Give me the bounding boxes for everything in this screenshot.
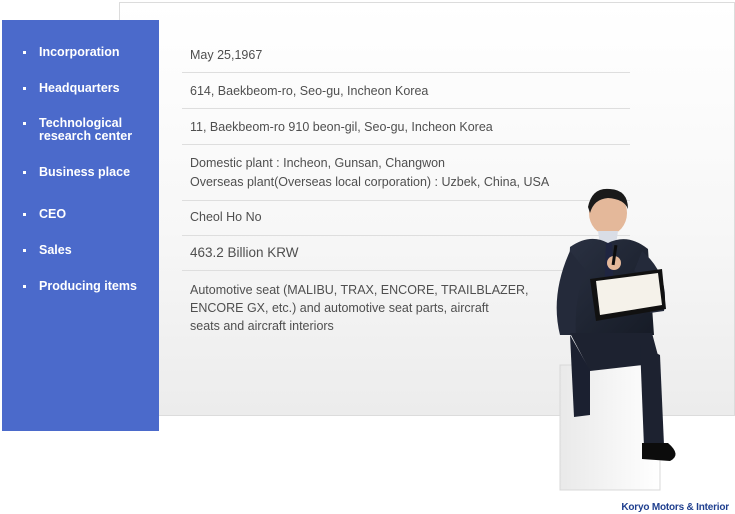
incorporation-value: May 25,1967: [190, 48, 263, 62]
sidebar-item-label: Business place: [39, 165, 131, 179]
divider: [182, 144, 630, 145]
businessman-photo: [556, 188, 676, 491]
sidebar-item-label: Incorporation: [39, 45, 120, 59]
sidebar-item-label: Headquarters: [39, 81, 120, 95]
bullet-icon: [23, 285, 26, 288]
headquarters-value: 614, Baekbeom-ro, Seo-gu, Incheon Korea: [190, 84, 429, 98]
bullet-icon: [23, 249, 26, 252]
bullet-icon: [23, 87, 26, 90]
brand-logo: Koryo Motors & Interior: [621, 502, 729, 513]
sidebar: Incorporation Headquarters Technological…: [2, 20, 159, 431]
research-center-value: 11, Baekbeom-ro 910 beon-gil, Seo-gu, In…: [190, 120, 493, 134]
sidebar-item-label: Producing items: [39, 279, 137, 293]
sidebar-item-label: Technological research center: [39, 116, 133, 143]
business-place-domestic: Domestic plant : Incheon, Gunsan, Changw…: [190, 156, 446, 170]
bullet-icon: [23, 122, 26, 125]
sidebar-item-label: CEO: [39, 207, 67, 221]
divider: [182, 108, 630, 109]
bullet-icon: [23, 213, 26, 216]
divider: [182, 72, 630, 73]
bullet-icon: [23, 171, 26, 174]
sidebar-item-label: Sales: [39, 243, 72, 257]
bullet-icon: [23, 51, 26, 54]
